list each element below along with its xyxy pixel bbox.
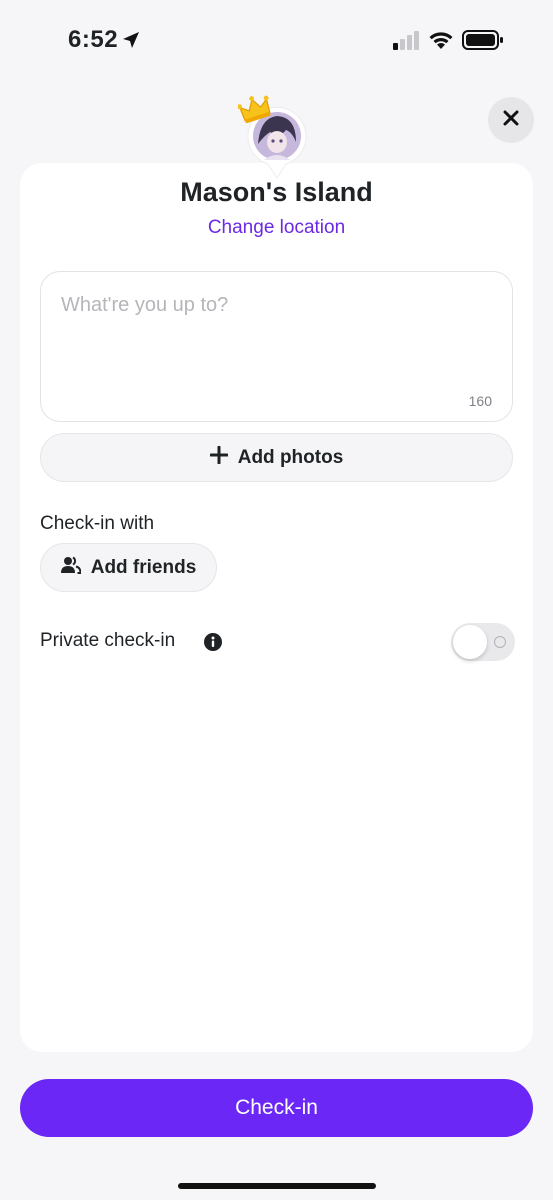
wifi-icon <box>428 29 454 56</box>
info-icon[interactable] <box>204 633 222 656</box>
add-friends-label: Add friends <box>90 556 197 578</box>
private-checkin-label: Private check-in <box>40 630 176 651</box>
plus-icon <box>209 445 229 470</box>
status-time: 6:52 <box>68 26 119 53</box>
post-input[interactable] <box>61 294 491 384</box>
add-friends-button[interactable]: Add friends <box>40 543 217 592</box>
character-count: 160 <box>468 393 492 409</box>
crown-icon <box>237 95 272 128</box>
toggle-off-indicator <box>494 636 506 648</box>
status-bar: 6:52 <box>0 0 553 80</box>
add-photos-button[interactable]: Add photos <box>40 433 513 482</box>
close-icon <box>503 110 519 131</box>
change-location-link[interactable]: Change location <box>0 217 553 239</box>
people-icon <box>60 556 82 580</box>
toggle-knob <box>453 625 487 659</box>
location-arrow-icon <box>121 30 141 55</box>
place-title: Mason's Island <box>180 177 373 207</box>
private-checkin-row: Private check-in <box>40 623 515 661</box>
checkin-with-label: Check-in with <box>40 513 155 534</box>
add-photos-label: Add photos <box>237 446 344 468</box>
post-text-box[interactable]: 160 <box>40 271 513 422</box>
private-checkin-toggle[interactable] <box>451 623 515 661</box>
checkin-button[interactable]: Check-in <box>20 1079 533 1137</box>
cellular-signal-icon <box>393 30 421 55</box>
close-button[interactable] <box>488 97 534 143</box>
battery-icon <box>462 29 504 56</box>
home-indicator <box>178 1183 376 1189</box>
